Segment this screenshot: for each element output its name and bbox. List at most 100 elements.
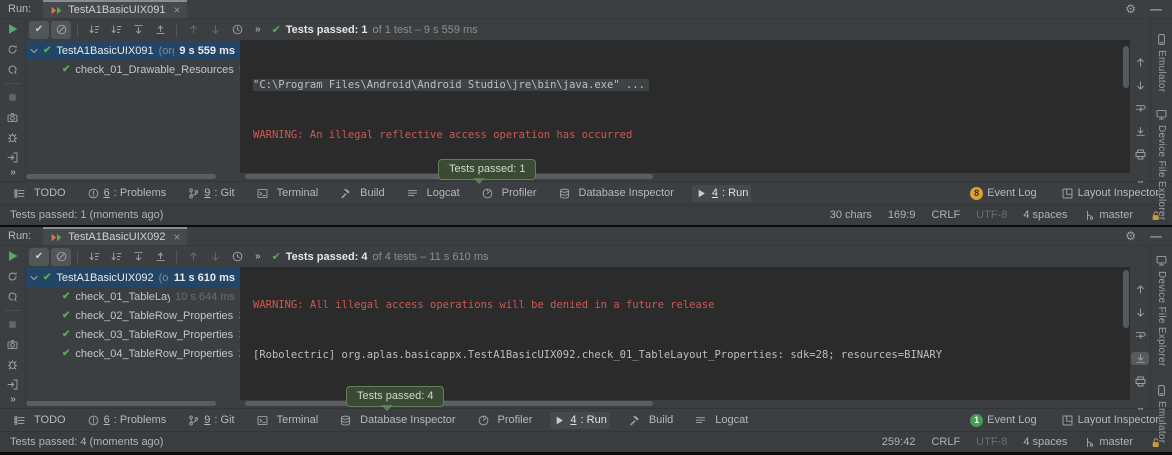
toolwindow-run[interactable]: 4: Run [692,185,751,202]
sort-alphabetically-icon[interactable] [84,21,104,39]
previous-failed-test-icon[interactable] [183,248,203,266]
line-separator[interactable]: CRLF [931,209,960,221]
git-branch-widget[interactable]: master [1083,436,1133,449]
show-passed-toggle[interactable]: ✔ [29,21,49,39]
lock-icon[interactable] [1149,209,1162,222]
test-tree-item[interactable]: ✔ check_03_TableRow_Properties 344 ms [26,325,240,344]
previous-failed-test-icon[interactable] [183,21,203,39]
soft-wrap-icon[interactable] [1131,329,1149,342]
toolwindow-database-inspector[interactable]: Database Inspector [336,412,458,429]
toolwindow-run[interactable]: 4: Run [550,412,609,429]
run-button[interactable] [6,249,20,263]
hide-window-icon[interactable]: — [1150,2,1162,16]
test-history-icon[interactable] [227,248,247,266]
collapse-all-icon[interactable] [150,21,170,39]
screenshot-icon[interactable] [6,111,19,124]
toolwindow-database-inspector[interactable]: Database Inspector [555,185,677,202]
stop-icon[interactable] [6,91,19,104]
gear-icon[interactable]: ⚙ [1125,2,1136,16]
toolwindow-terminal[interactable]: Terminal [253,412,322,429]
rerun-tests-icon[interactable] [6,43,19,56]
run-tab-testa1basicuix091[interactable]: TestA1BasicUIX091 × [43,0,187,18]
more-actions-icon[interactable]: » [255,24,260,35]
scroll-to-end-icon[interactable] [1131,352,1149,365]
console-vertical-scrollbar[interactable] [1123,270,1129,328]
sort-by-duration-icon[interactable] [106,21,126,39]
toolwindow-todo[interactable]: TODO [10,412,69,429]
console-horizontal-scrollbar[interactable] [245,401,653,406]
toolwindow-logcat[interactable]: Logcat [691,412,751,429]
profile-tests-icon[interactable] [6,358,19,371]
print-icon[interactable] [1131,148,1149,161]
import-tests-icon[interactable] [6,151,19,164]
event-log-button[interactable]: 1Event Log [967,412,1040,429]
print-icon[interactable] [1131,375,1149,388]
test-tree-item[interactable]: ✔ check_04_TableRow_Properties 278 ms [26,344,240,363]
indent-setting[interactable]: 4 spaces [1023,436,1067,448]
test-tree-item[interactable]: ✔ check_02_TableRow_Properties 344 ms [26,306,240,325]
more-tool-windows-icon[interactable]: » [10,394,15,405]
scroll-up-icon[interactable] [1131,283,1149,296]
gear-icon[interactable]: ⚙ [1125,229,1136,243]
test-tree-item[interactable]: ✔ check_01_TableLayout_Properties 10 s 6… [26,287,240,306]
console-vertical-scrollbar[interactable] [1123,46,1129,88]
more-actions-icon[interactable]: » [255,251,260,262]
indent-setting[interactable]: 4 spaces [1023,209,1067,221]
file-encoding[interactable]: UTF-8 [976,436,1007,448]
close-tab-icon[interactable]: × [173,5,180,15]
tool-stripe-device-file-explorer[interactable]: Device File Explorer [1155,108,1168,220]
show-ignored-toggle[interactable] [51,248,71,266]
sort-by-duration-icon[interactable] [106,248,126,266]
toolwindow-git[interactable]: 9: Git [184,412,237,429]
screenshot-icon[interactable] [6,338,19,351]
more-tool-windows-icon[interactable]: » [10,167,15,178]
scroll-to-end-icon[interactable] [1131,125,1149,138]
tool-stripe-emulator[interactable]: Emulator [1155,33,1168,92]
toolwindow-profiler[interactable]: Profiler [478,185,540,202]
scroll-up-icon[interactable] [1131,56,1149,69]
test-history-icon[interactable] [227,21,247,39]
layout-inspector-button[interactable]: Layout Inspector [1058,185,1162,202]
test-tree-item[interactable]: ✔ check_01_Drawable_Resources 9 s 559 ms [26,60,240,79]
tree-horizontal-scrollbar[interactable] [26,401,216,406]
close-tab-icon[interactable]: × [173,232,180,242]
caret-position[interactable]: 169:9 [888,209,916,221]
console-output[interactable]: WARNING: All illegal access operations w… [240,267,1130,400]
collapse-all-icon[interactable] [150,248,170,266]
chevron-down-icon[interactable] [30,47,38,55]
toolwindow-problems[interactable]: 6: Problems [84,412,170,429]
layout-inspector-button[interactable]: Layout Inspector [1058,412,1162,429]
show-passed-toggle[interactable]: ✔ [29,248,49,266]
sort-alphabetically-icon[interactable] [84,248,104,266]
next-failed-test-icon[interactable] [205,21,225,39]
soft-wrap-icon[interactable] [1131,102,1149,115]
toolwindow-build[interactable]: Build [336,185,387,202]
import-tests-icon[interactable] [6,378,19,391]
next-failed-test-icon[interactable] [205,248,225,266]
rerun-failed-tests-icon[interactable] [6,290,19,303]
rerun-tests-icon[interactable] [6,270,19,283]
toolwindow-todo[interactable]: TODO [10,185,69,202]
caret-position[interactable]: 259:42 [882,436,916,448]
toolwindow-logcat[interactable]: Logcat [403,185,463,202]
run-button[interactable] [6,22,20,36]
run-tab-testa1basicuix092[interactable]: TestA1BasicUIX092 × [43,227,187,245]
toolwindow-profiler[interactable]: Profiler [474,412,536,429]
toolwindow-git[interactable]: 9: Git [184,185,237,202]
console-output[interactable]: "C:\Program Files\Android\Android Studio… [240,40,1130,173]
profile-tests-icon[interactable] [6,131,19,144]
event-log-button[interactable]: 8Event Log [967,185,1040,202]
file-encoding[interactable]: UTF-8 [976,209,1007,221]
line-separator[interactable]: CRLF [931,436,960,448]
toolwindow-build[interactable]: Build [625,412,676,429]
expand-all-icon[interactable] [128,21,148,39]
hide-window-icon[interactable]: — [1150,229,1162,243]
show-ignored-toggle[interactable] [51,21,71,39]
test-tree-root[interactable]: ✔ TestA1BasicUIX091 (org.aplas.basicap 9… [26,41,240,60]
lock-icon[interactable] [1149,436,1162,449]
expand-all-icon[interactable] [128,248,148,266]
toolwindow-problems[interactable]: 6: Problems [84,185,170,202]
stop-icon[interactable] [6,318,19,331]
scroll-down-icon[interactable] [1131,79,1149,92]
rerun-failed-tests-icon[interactable] [6,63,19,76]
